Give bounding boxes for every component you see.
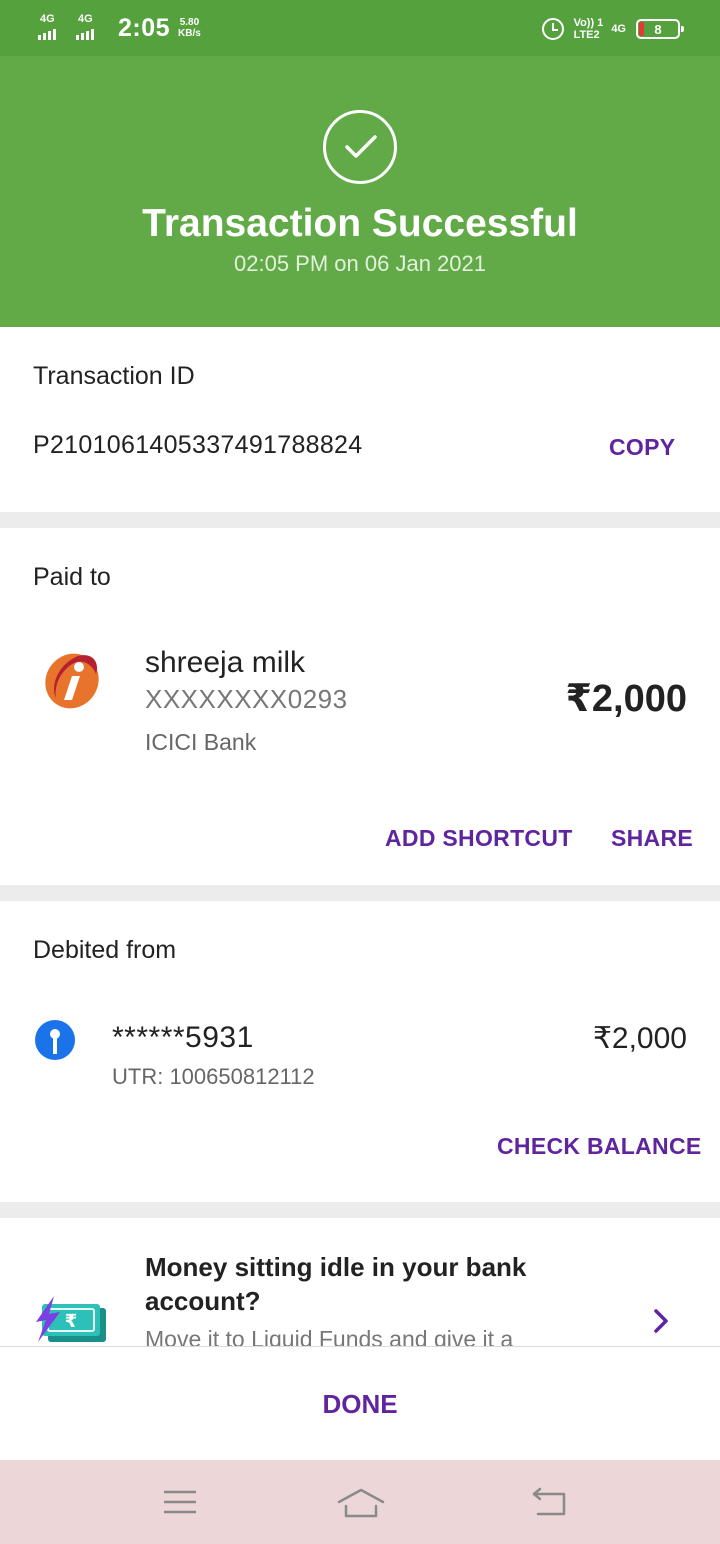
- volte-label: Vo)) 1: [573, 17, 604, 29]
- home-icon[interactable]: [337, 1486, 385, 1520]
- liquid-funds-promo-card[interactable]: ₹ Money sitting idle in your bank accoun…: [0, 1218, 720, 1346]
- svg-text:₹: ₹: [65, 1311, 78, 1332]
- share-button[interactable]: SHARE: [611, 825, 693, 852]
- network-speed: 5.80 KB/s: [178, 17, 201, 39]
- status-bar-left: 4G 4G 2:05 5.80 KB/s: [38, 12, 201, 44]
- promo-subtitle: Move it to Liquid Funds and give it a: [145, 1326, 514, 1346]
- alarm-icon: [541, 18, 564, 40]
- lte-label: LTE2: [573, 29, 600, 41]
- payee-account-number: XXXXXXXX0293: [145, 684, 348, 714]
- status-bar: 4G 4G 2:05 5.80 KB/s Vo)) 1 LTE2 4G 8: [0, 0, 720, 56]
- transaction-id-label: Transaction ID: [33, 362, 195, 390]
- network-type-label: 4G: [611, 23, 626, 35]
- add-shortcut-button[interactable]: ADD SHORTCUT: [385, 825, 573, 852]
- debit-account-number: ******5931: [112, 1021, 254, 1054]
- done-button[interactable]: DONE: [0, 1389, 720, 1420]
- check-circle-icon: [323, 110, 397, 184]
- icici-bank-logo-icon: [45, 653, 99, 709]
- check-balance-button[interactable]: CHECK BALANCE: [497, 1133, 702, 1160]
- promo-title: Money sitting idle in your bank account?: [145, 1252, 527, 1316]
- chevron-right-icon[interactable]: [650, 1306, 672, 1336]
- sbi-bank-logo-icon: [35, 1020, 75, 1060]
- section-divider: [0, 512, 720, 528]
- transaction-id-value: P2101061405337491788824: [33, 431, 363, 459]
- utr-number: UTR: 100650812112: [112, 1064, 315, 1089]
- debited-from-label: Debited from: [33, 936, 177, 964]
- section-divider: [0, 1202, 720, 1218]
- network-speed-unit: KB/s: [178, 28, 201, 39]
- system-navigation-bar: [0, 1460, 720, 1544]
- paid-amount: ₹2,000: [565, 678, 687, 720]
- back-icon[interactable]: [530, 1486, 568, 1520]
- transaction-id-card: Transaction ID P2101061405337491788824 C…: [0, 327, 720, 512]
- signal-icon: 4G: [76, 13, 110, 43]
- network-speed-value: 5.80: [179, 17, 200, 28]
- page-title: Transaction Successful: [142, 202, 578, 245]
- battery-level: 8: [654, 21, 662, 37]
- debited-from-card: Debited from ******5931 UTR: 10065081211…: [0, 901, 720, 1202]
- paid-to-card: Paid to shreeja milk XXXXXXXX0293 ICICI …: [0, 528, 720, 885]
- paid-to-label: Paid to: [33, 563, 111, 591]
- section-divider: [0, 885, 720, 901]
- payee-bank-name: ICICI Bank: [145, 729, 257, 755]
- network-type-label: 4G: [40, 13, 55, 25]
- transaction-datetime: 02:05 PM on 06 Jan 2021: [234, 251, 486, 276]
- payee-name: shreeja milk: [145, 646, 306, 679]
- network-type-label: 4G: [78, 13, 93, 25]
- clock: 2:05: [118, 13, 171, 42]
- done-bar: DONE: [0, 1346, 720, 1460]
- battery-icon: 8: [636, 19, 684, 39]
- status-bar-right: Vo)) 1 LTE2 4G 8: [541, 14, 684, 44]
- debited-amount: ₹2,000: [592, 1022, 687, 1055]
- copy-button[interactable]: COPY: [609, 434, 675, 461]
- signal-icon: 4G: [38, 13, 72, 43]
- transaction-success-header: Transaction Successful 02:05 PM on 06 Ja…: [0, 56, 720, 327]
- liquid-funds-money-icon: ₹: [36, 1296, 106, 1342]
- menu-icon[interactable]: [162, 1486, 198, 1518]
- volte-indicator: Vo)) 1 LTE2: [574, 17, 604, 41]
